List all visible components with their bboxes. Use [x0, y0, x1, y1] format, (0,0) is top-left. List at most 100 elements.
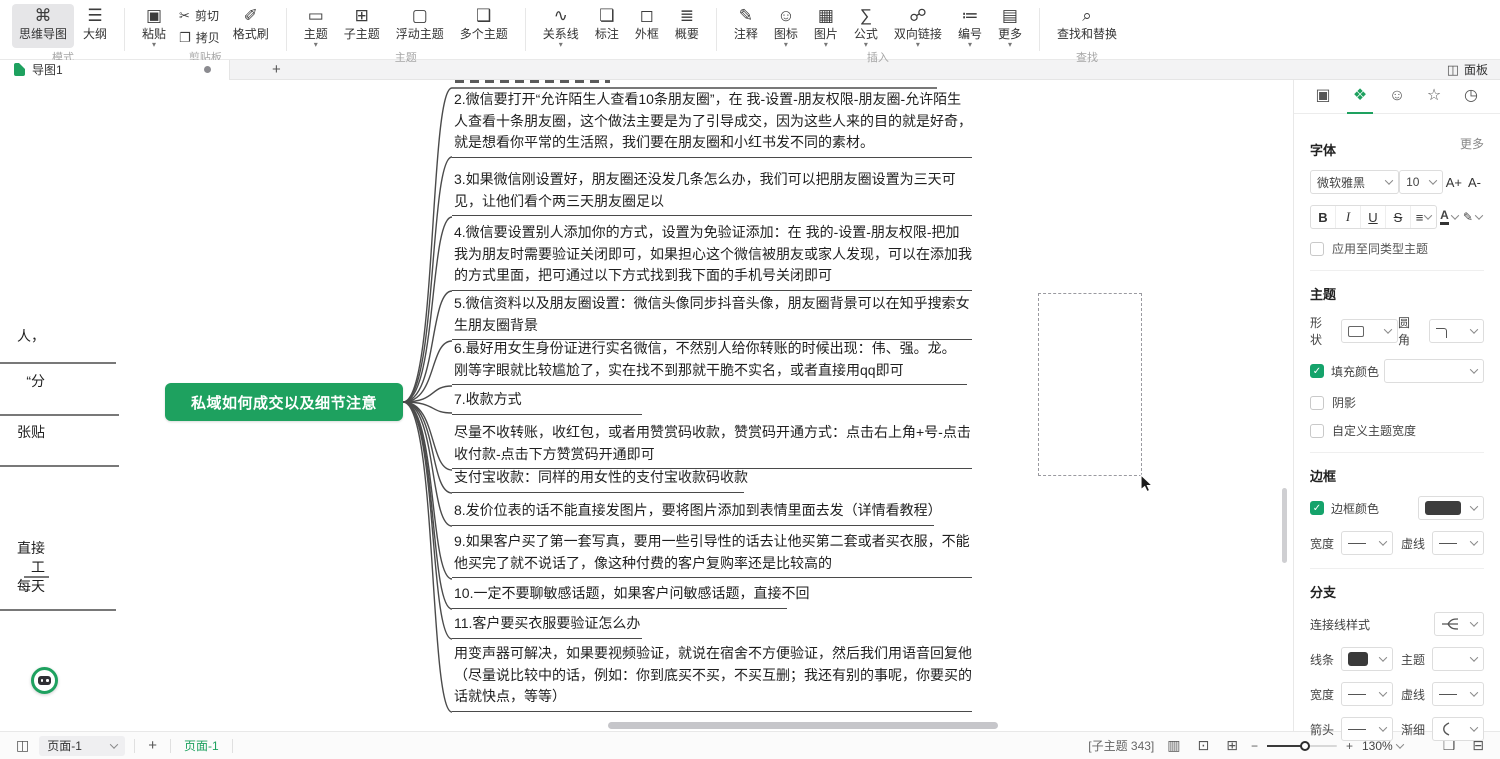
- branch-topic[interactable]: 7.收款方式: [452, 389, 642, 415]
- tab-history-icon[interactable]: ◷: [1456, 80, 1486, 114]
- branch-topic-label: 主题: [1401, 651, 1425, 668]
- toolbar-button-mindmap[interactable]: ⌘思维导图▾: [12, 4, 74, 48]
- font-family-select[interactable]: 微软雅黑: [1310, 170, 1399, 194]
- ai-assistant-button[interactable]: [31, 667, 58, 694]
- branch-topic[interactable]: 用变声器可解决，如果要视频验证，就说在宿舍不方便验证，然后我们用语音回复他（尽量…: [452, 643, 972, 712]
- shape-select[interactable]: [1341, 319, 1398, 343]
- fill-color-checkbox[interactable]: ✓: [1310, 364, 1324, 378]
- toolbar-button-callout[interactable]: ❏标注▾: [588, 4, 626, 48]
- tab-canvas-icon[interactable]: ▣: [1308, 80, 1338, 114]
- toolbar-button-topic[interactable]: ▭主题▾: [297, 4, 335, 48]
- chevron-down-icon: [1451, 211, 1459, 219]
- tab-map1[interactable]: 导图1: [0, 60, 230, 80]
- branch-topic-select[interactable]: [1432, 647, 1484, 671]
- italic-button[interactable]: I: [1336, 206, 1361, 228]
- toolbar-button-more[interactable]: ▤更多▾: [991, 4, 1029, 48]
- toolbar-divider: [525, 8, 526, 51]
- toolbar-button-summary[interactable]: ≣概要▾: [668, 4, 706, 48]
- border-color-checkbox[interactable]: ✓: [1310, 501, 1324, 515]
- tab-favorite-icon[interactable]: ☆: [1419, 80, 1449, 114]
- clipped-left-topic[interactable]: “分: [0, 372, 45, 391]
- toolbar-button-copy[interactable]: ❐拷贝: [175, 28, 224, 47]
- font-color-button[interactable]: A: [1438, 205, 1460, 229]
- toolbar-button-note[interactable]: ✎注释▾: [727, 4, 765, 48]
- strikethrough-button[interactable]: S: [1386, 206, 1411, 228]
- toolbar-button-image[interactable]: ▦图片▾: [807, 4, 845, 48]
- toolbar-button-numbering[interactable]: ≔编号▾: [951, 4, 989, 48]
- custom-width-checkbox[interactable]: [1310, 424, 1324, 438]
- toolbar-button-relation[interactable]: ∿关系线▾: [536, 4, 586, 48]
- arrow-select[interactable]: [1341, 717, 1393, 741]
- toolbar-button-subtopic[interactable]: ⊞子主题▾: [337, 4, 387, 48]
- toolbar-button-formula[interactable]: ∑公式▾: [847, 4, 885, 48]
- fill-color-label: 填充颜色: [1331, 363, 1379, 380]
- center-map-icon[interactable]: ⊞: [1222, 737, 1242, 754]
- tab-sticker-icon[interactable]: ☺: [1382, 80, 1412, 114]
- border-color-select[interactable]: [1418, 496, 1484, 520]
- branch-topic[interactable]: 3.如果微信刚设置好，朋友圈还没发几条怎么办，我们可以把朋友圈设置为三天可见，让…: [452, 169, 972, 216]
- branch-dash-select[interactable]: [1432, 682, 1484, 706]
- panel-toggle-button[interactable]: ◫ 面板: [1447, 61, 1500, 78]
- new-tab-button[interactable]: +: [266, 60, 287, 80]
- mindmap-canvas[interactable]: 私域如何成交以及细节注意 2.微信要打开“允许陌生人查看10条朋友圈”，在 我-…: [0, 80, 1293, 731]
- corner-select[interactable]: [1429, 319, 1484, 343]
- border-dash-select[interactable]: [1432, 531, 1484, 555]
- branch-width-select[interactable]: [1341, 682, 1393, 706]
- add-page-button[interactable]: +: [144, 737, 161, 754]
- tab-style-icon[interactable]: ❖: [1345, 80, 1375, 114]
- branch-topic[interactable]: 8.发价位表的话不能直接发图片，要将图片添加到表情里面去发（详情看教程）: [452, 500, 934, 526]
- fill-color-select[interactable]: [1384, 359, 1484, 383]
- toolbar-divider: [286, 8, 287, 51]
- toolbar-button-bilink[interactable]: ☍双向链接▾: [887, 4, 949, 48]
- toolbar-button-cut[interactable]: ✂剪切: [175, 6, 224, 25]
- page-tab-active[interactable]: 页面-1: [180, 737, 223, 754]
- toolbar-button-outline[interactable]: ☰大纲▾: [76, 4, 114, 48]
- toolbar-button-find-replace[interactable]: ⌕查找和替换▾: [1050, 4, 1124, 48]
- align-button[interactable]: ≡: [1411, 206, 1436, 228]
- branch-topic[interactable]: 11.客户要买衣服要验证怎么办: [452, 613, 642, 639]
- branch-topic[interactable]: 5.微信资料以及朋友圈设置：微信头像同步抖音头像，朋友圈背景可以在知乎搜索女生朋…: [452, 293, 972, 340]
- connector-style-select[interactable]: [1434, 612, 1484, 636]
- zoom-slider-knob[interactable]: [1300, 741, 1310, 751]
- zoom-slider[interactable]: [1267, 745, 1337, 747]
- border-width-select[interactable]: [1341, 531, 1393, 555]
- branch-topic[interactable]: 10.一定不要聊敏感话题，如果客户问敏感话题，直接不回: [452, 583, 787, 609]
- branch-topic[interactable]: 4.微信要设置别人添加你的方式，设置为免验证添加：在 我的-设置-朋友权限-把加…: [452, 222, 972, 291]
- font-increase-button[interactable]: A+: [1443, 175, 1465, 190]
- pages-icon[interactable]: ◫: [12, 737, 33, 754]
- toolbar-button-format-painter[interactable]: ✐格式刷▾: [226, 4, 276, 48]
- clipped-left-topic[interactable]: 直接工每天: [0, 539, 45, 596]
- branch-topic[interactable]: 9.如果客户买了第一套写真，要用一些引导性的话去让他买第二套或者买衣服，不能他买…: [452, 531, 972, 578]
- horizontal-scrollbar[interactable]: [608, 722, 998, 729]
- border-section: 边框 ✓ 边框颜色 宽度 虚线: [1294, 466, 1500, 569]
- toolbar-group-name: 主题: [395, 48, 417, 64]
- zoom-out-button[interactable]: −: [1251, 739, 1258, 753]
- layout-columns-icon[interactable]: ▥: [1163, 737, 1184, 754]
- taper-select[interactable]: [1432, 717, 1484, 741]
- highlight-pen-button[interactable]: ✎: [1461, 205, 1484, 229]
- root-topic[interactable]: 私域如何成交以及细节注意: [165, 383, 403, 421]
- branch-topic[interactable]: 6.最好用女生身份证进行实名微信，不然别人给你转账的时候出现：伟、强。龙。刚等字…: [452, 338, 967, 385]
- bold-button[interactable]: B: [1311, 206, 1336, 228]
- apply-same-type-checkbox[interactable]: [1310, 242, 1324, 256]
- clipped-left-topic[interactable]: 张贴: [0, 423, 45, 442]
- font-decrease-button[interactable]: A-: [1465, 175, 1484, 190]
- branch-topic[interactable]: 2.微信要打开“允许陌生人查看10条朋友圈”，在 我-设置-朋友权限-朋友圈-允…: [452, 89, 972, 158]
- branch-line-color-select[interactable]: [1341, 647, 1393, 671]
- toolbar-button-icon[interactable]: ☺图标▾: [767, 4, 805, 48]
- shadow-checkbox[interactable]: [1310, 396, 1324, 410]
- chevron-down-icon: [1470, 653, 1478, 661]
- page-select[interactable]: 页面-1: [39, 736, 125, 756]
- fit-window-icon[interactable]: ⊡: [1194, 737, 1214, 754]
- vertical-scrollbar[interactable]: [1282, 488, 1287, 563]
- toolbar-button-boundary[interactable]: ◻外框▾: [628, 4, 666, 48]
- toolbar-button-multi-topic[interactable]: ❑多个主题▾: [453, 4, 515, 48]
- underline-button[interactable]: U: [1361, 206, 1386, 228]
- font-size-select[interactable]: 10: [1399, 170, 1443, 194]
- branch-topic[interactable]: 尽量不收转账，收红包，或者用赞赏码收款，赞赏码开通方式：点击右上角+号-点击收付…: [452, 422, 972, 469]
- toolbar-button-floating-topic[interactable]: ▢浮动主题▾: [389, 4, 451, 48]
- clipped-left-topic[interactable]: 人，: [0, 327, 45, 346]
- branch-topic[interactable]: 支付宝收款：同样的用女性的支付宝收款码收款: [452, 467, 744, 493]
- toolbar-button-paste[interactable]: ▣粘贴▾: [135, 4, 173, 48]
- font-more-link[interactable]: 更多: [1460, 135, 1484, 152]
